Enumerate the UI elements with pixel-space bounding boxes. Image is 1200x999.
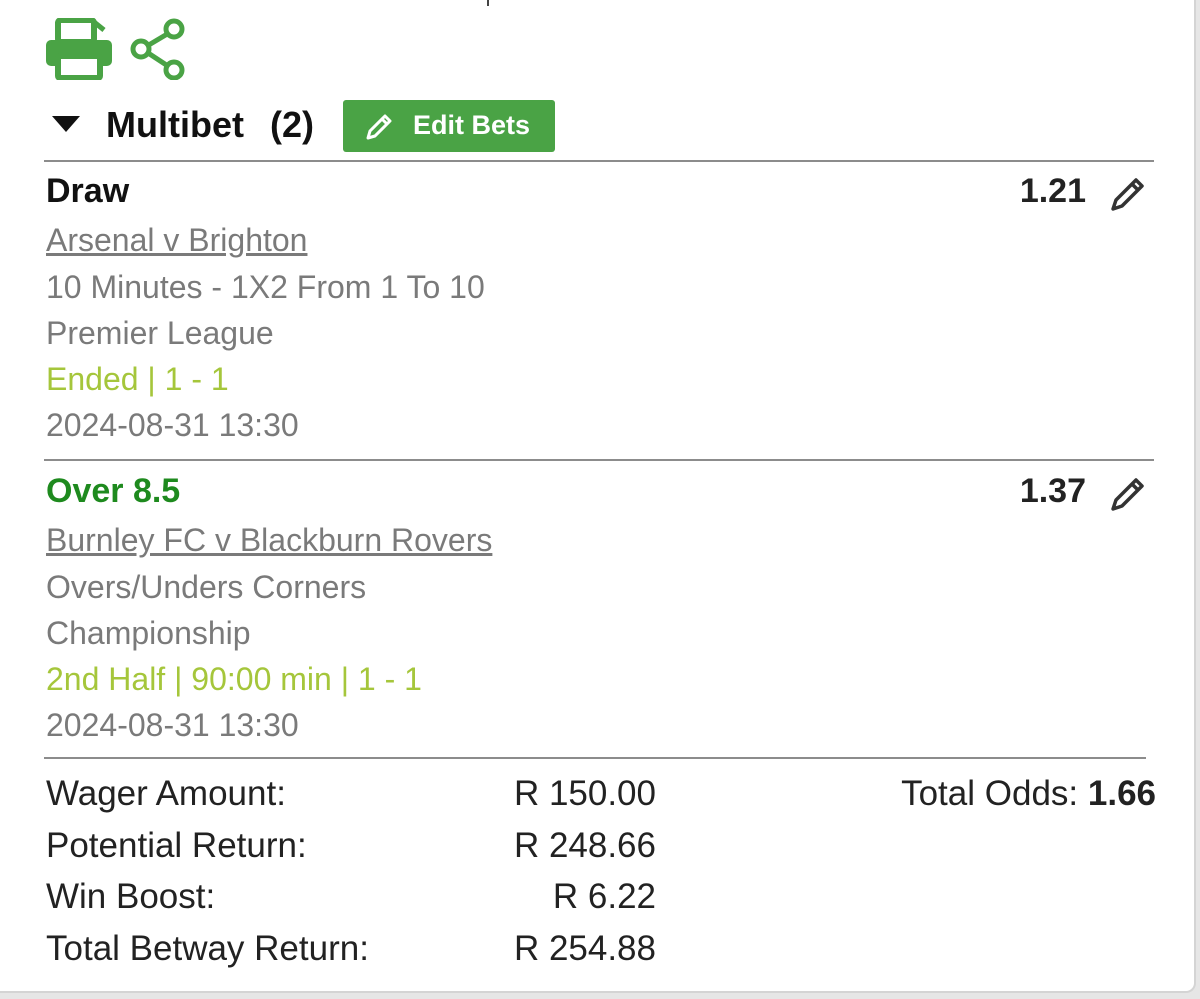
selection-match-link[interactable]: Burnley FC v Blackburn Rovers (46, 522, 492, 559)
pencil-icon[interactable] (1108, 174, 1148, 214)
selection-pick: Draw (46, 172, 130, 210)
pencil-icon[interactable] (1108, 474, 1148, 514)
edit-bets-button[interactable]: Edit Bets (343, 100, 555, 152)
collapse-caret-icon[interactable] (52, 116, 80, 132)
printer-icon[interactable] (44, 17, 114, 81)
divider (44, 459, 1154, 461)
win-boost-label: Win Boost: (46, 877, 216, 916)
share-icon[interactable] (130, 18, 188, 81)
selection-datetime: 2024-08-31 13:30 (46, 407, 299, 443)
win-boost-value: R 6.22 (552, 877, 656, 916)
selection-league: Championship (46, 615, 251, 651)
total-return-value: R 254.88 (513, 929, 656, 968)
potential-return-label: Potential Return: (46, 826, 307, 865)
multibet-title: Multibet (106, 104, 244, 145)
pencil-icon (366, 114, 392, 140)
selection-match-link[interactable]: Arsenal v Brighton (46, 222, 307, 259)
total-odds: Total Odds: 1.66 (901, 774, 1156, 814)
selection-league: Premier League (46, 315, 274, 351)
total-odds-label: Total Odds: (901, 774, 1079, 813)
wager-amount-label: Wager Amount: (46, 774, 286, 813)
multibet-header: Multibet (2) Edit Bets (46, 100, 566, 152)
selection-item: Draw 1.21 Arsenal v Brighton 10 Minutes … (46, 172, 1152, 452)
selection-datetime: 2024-08-31 13:30 (46, 707, 299, 743)
divider (44, 757, 1146, 759)
selection-market: Overs/Unders Corners (46, 569, 367, 605)
selection-pick: Over 8.5 (46, 472, 181, 510)
multibet-count: (2) (270, 104, 314, 145)
wager-amount-value: R 150.00 (513, 774, 656, 813)
selection-odds: 1.21 (1019, 172, 1086, 210)
potential-return-value: R 248.66 (513, 826, 656, 865)
selection-market: 10 Minutes - 1X2 From 1 To 10 (46, 269, 485, 305)
divider (44, 160, 1154, 162)
edit-bets-label: Edit Bets (413, 110, 531, 140)
selection-status: Ended | 1 - 1 (46, 361, 229, 397)
selection-item: Over 8.5 1.37 Burnley FC v Blackburn Rov… (46, 472, 1152, 752)
total-odds-value: 1.66 (1087, 774, 1156, 813)
selection-status: 2nd Half | 90:00 min | 1 - 1 (46, 661, 422, 697)
total-return-label: Total Betway Return: (46, 929, 369, 968)
scroll-tick (487, 0, 489, 6)
bet-slip-panel: Multibet (2) Edit Bets Draw 1.21 Arsenal… (0, 0, 1196, 993)
selection-odds: 1.37 (1019, 472, 1086, 510)
